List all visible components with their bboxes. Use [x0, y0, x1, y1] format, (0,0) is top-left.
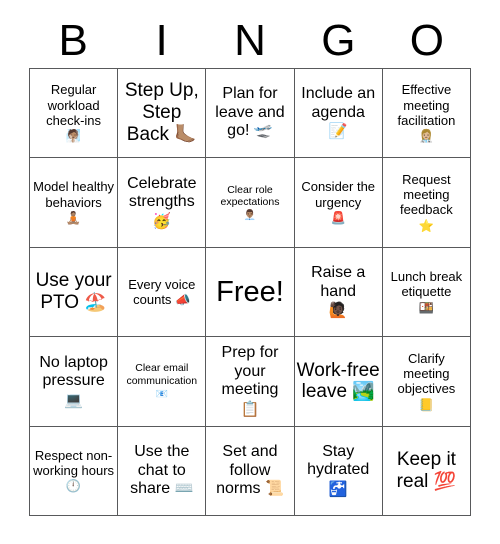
man-office-worker-icon: 👨🏽‍💼 [243, 209, 257, 221]
header-letter-i: I [155, 16, 168, 65]
header-letter-n: N [234, 16, 266, 65]
bingo-cell-text: Effective meeting facilitation 👩🏼‍⚕️ [385, 82, 468, 144]
bingo-cell-text: Consider the urgency 🚨 [297, 179, 380, 225]
bingo-cell-i4[interactable]: Clear email communication 📧 [118, 337, 207, 427]
ledger-icon: 📒 [418, 397, 435, 412]
bingo-cell-n2[interactable]: Clear role expectations 👨🏽‍💼 [206, 158, 295, 248]
keyboard-icon: ⌨️ [174, 479, 194, 498]
national-park-icon: 🏞️ [352, 381, 375, 403]
e-mail-icon: 📧 [155, 388, 168, 400]
bingo-card: B I N G O Regular workload check-ins 🧖🏽 St… [0, 0, 500, 544]
bingo-cell-g4[interactable]: Work-free leave 🏞️ [294, 337, 383, 427]
hundred-points-icon: 💯 [433, 470, 457, 492]
bingo-cell-text: Regular workload check-ins 🧖🏽 [32, 82, 115, 144]
bento-box-icon: 🍱 [418, 300, 435, 315]
scroll-icon: 📜 [264, 479, 284, 498]
bingo-cell-text: Set and follow norms 📜 [216, 442, 284, 498]
bingo-cell-g1[interactable]: Include an agenda 📝 [294, 69, 383, 159]
foot-icon: 🦶🏽 [174, 124, 197, 146]
bingo-cell-g5[interactable]: Stay hydrated 🚰 [294, 426, 383, 516]
bingo-cell-b1[interactable]: Regular workload check-ins 🧖🏽 [30, 69, 119, 159]
megaphone-icon: 📣 [175, 292, 191, 307]
person-raising-hand-icon: 🙋🏿 [328, 301, 348, 320]
partying-face-icon: 🥳 [152, 211, 172, 230]
bingo-header-row: B I N G O [29, 14, 471, 68]
bingo-cell-g3[interactable]: Raise a hand 🙋🏿 [294, 247, 383, 338]
bingo-cell-text: Free! [216, 275, 284, 308]
beach-with-umbrella-icon: 🏖️ [84, 291, 107, 313]
bingo-cell-text: Work-free leave 🏞️ [296, 359, 380, 403]
bingo-cell-b3[interactable]: Use your PTO 🏖️ [30, 247, 119, 338]
bingo-cell-o5[interactable]: Keep it real 💯 [382, 426, 471, 516]
airplane-departure-icon: 🛫 [253, 121, 273, 140]
bingo-cell-o2[interactable]: Request meeting feedback ⭐ [382, 158, 471, 248]
bingo-cell-text: Celebrate strengths 🥳 [120, 175, 203, 231]
bingo-cell-n3[interactable]: Free! [206, 247, 295, 338]
bingo-cell-o4[interactable]: Clarify meeting objectives 📒 [382, 337, 471, 427]
laptop-icon: 💻 [64, 390, 84, 409]
bingo-cell-text: Every voice counts 📣 [128, 276, 196, 307]
bingo-cell-text: Clarify meeting objectives 📒 [385, 351, 468, 413]
woman-health-worker-icon: 👩🏼‍⚕️ [418, 129, 435, 144]
bingo-cell-b2[interactable]: Model healthy behaviors 🧘🏽 [30, 158, 119, 248]
bingo-cell-text: Respect non-working hours 🕛 [33, 447, 115, 494]
bingo-grid: Regular workload check-ins 🧖🏽 Step Up, Ste… [29, 68, 471, 516]
bingo-cell-i1[interactable]: Step Up, Step Back 🦶🏽 [118, 69, 207, 159]
bingo-cell-text: Use your PTO 🏖️ [35, 270, 112, 313]
bingo-cell-text: Stay hydrated 🚰 [297, 443, 380, 499]
header-letter-o: O [409, 16, 444, 65]
person-in-lotus-position-icon: 🧘🏽 [65, 211, 82, 226]
bingo-cell-o1[interactable]: Effective meeting facilitation 👩🏼‍⚕️ [382, 69, 471, 159]
person-in-steamy-room-icon: 🧖🏽 [65, 129, 82, 144]
clipboard-icon: 📋 [240, 399, 260, 418]
star-icon: ⭐ [418, 218, 435, 233]
bingo-cell-n1[interactable]: Plan for leave and go! 🛫 [206, 69, 295, 159]
bingo-cell-text: Model healthy behaviors 🧘🏽 [33, 179, 115, 226]
bingo-cell-n4[interactable]: Prep for your meeting 📋 [206, 337, 295, 427]
bingo-cell-b4[interactable]: No laptop pressure 💻 [30, 337, 119, 427]
bingo-cell-i3[interactable]: Every voice counts 📣 [118, 247, 207, 338]
bingo-cell-text: Keep it real 💯 [396, 448, 457, 492]
bingo-cell-n5[interactable]: Set and follow norms 📜 [206, 426, 295, 516]
bingo-cell-text: Include an agenda 📝 [297, 85, 380, 141]
header-letter-b: B [58, 16, 88, 65]
bingo-cell-text: Prep for your meeting 📋 [208, 344, 291, 418]
bingo-cell-text: Clear role expectations 👨🏽‍💼 [208, 184, 291, 222]
bingo-cell-o3[interactable]: Lunch break etiquette 🍱 [382, 247, 471, 338]
police-car-light-icon: 🚨 [330, 211, 346, 226]
bingo-cell-text: Clear email communication 📧 [120, 362, 203, 400]
bingo-cell-text: Raise a hand 🙋🏿 [297, 264, 380, 320]
bingo-cell-i2[interactable]: Celebrate strengths 🥳 [118, 158, 207, 248]
potable-water-icon: 🚰 [328, 480, 348, 499]
bingo-cell-g2[interactable]: Consider the urgency 🚨 [294, 158, 383, 248]
bingo-cell-text: Plan for leave and go! 🛫 [215, 85, 285, 140]
bingo-cell-b5[interactable]: Respect non-working hours 🕛 [30, 426, 119, 516]
header-letter-g: G [321, 16, 356, 65]
bingo-cell-text: Step Up, Step Back 🦶🏽 [124, 80, 199, 146]
memo-icon: 📝 [328, 122, 348, 141]
bingo-cell-text: Lunch break etiquette 🍱 [385, 269, 468, 315]
bingo-cell-i5[interactable]: Use the chat to share ⌨️ [118, 426, 207, 516]
bingo-cell-text: Request meeting feedback ⭐ [385, 172, 468, 234]
bingo-cell-text: Use the chat to share ⌨️ [130, 442, 194, 498]
clock-twelve-oclock-icon: 🕛 [65, 479, 82, 494]
bingo-cell-text: No laptop pressure 💻 [32, 354, 115, 410]
